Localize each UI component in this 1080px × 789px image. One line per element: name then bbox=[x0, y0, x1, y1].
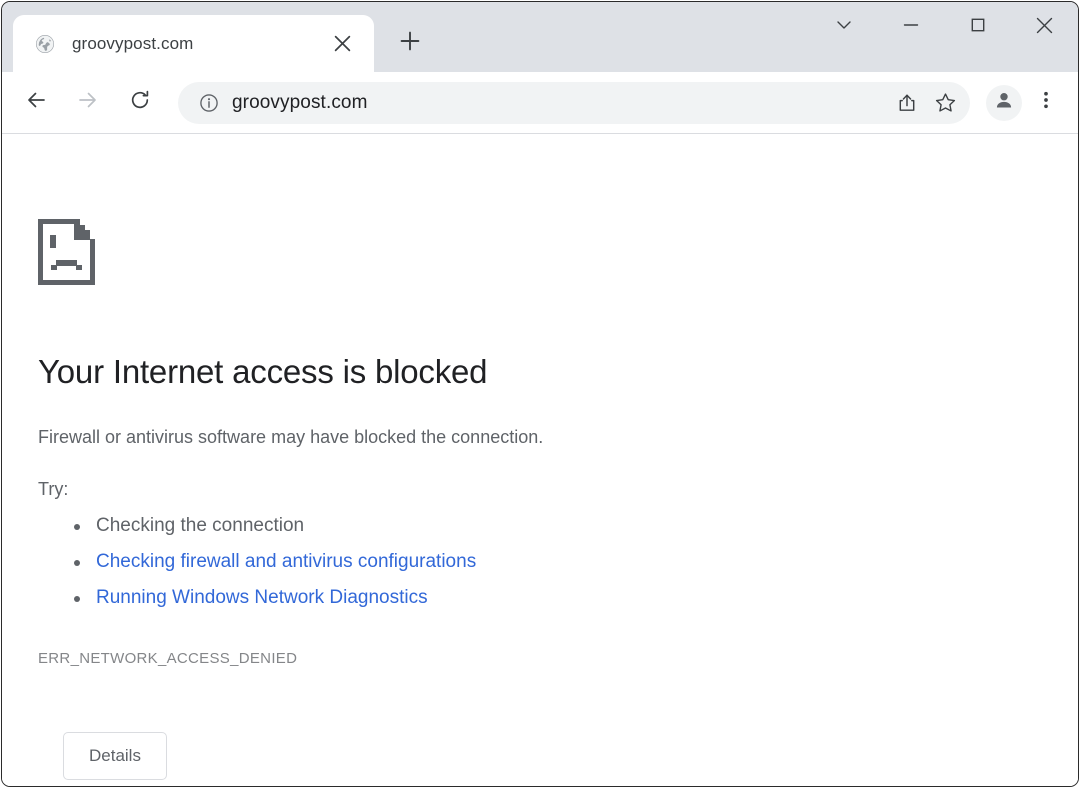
network-error-container: Your Internet access is blocked Firewall… bbox=[38, 219, 698, 780]
browser-window: groovypost.com bbox=[1, 1, 1079, 787]
address-bar[interactable]: groovypost.com bbox=[178, 82, 970, 124]
page-title: Your Internet access is blocked bbox=[38, 352, 698, 392]
tab-search-button[interactable] bbox=[810, 2, 877, 53]
url-text[interactable]: groovypost.com bbox=[232, 92, 888, 114]
share-icon[interactable] bbox=[888, 84, 926, 122]
minimize-window-button[interactable] bbox=[877, 2, 944, 53]
window-caption-buttons bbox=[810, 2, 1078, 53]
info-circle-icon[interactable] bbox=[192, 86, 226, 120]
list-item: Checking the connection bbox=[96, 508, 698, 544]
browser-toolbar: groovypost.com bbox=[2, 72, 1078, 134]
try-label: Try: bbox=[38, 479, 698, 500]
sad-page-icon bbox=[38, 219, 698, 290]
close-tab-icon[interactable] bbox=[324, 26, 360, 62]
new-tab-button[interactable] bbox=[388, 21, 432, 65]
three-dots-icon bbox=[1036, 90, 1056, 115]
suggestion-list: Checking the connection Checking firewal… bbox=[38, 508, 698, 616]
profile-avatar[interactable] bbox=[986, 85, 1022, 121]
arrow-right-icon bbox=[76, 88, 100, 117]
plus-icon bbox=[400, 31, 420, 56]
arrow-left-icon bbox=[24, 88, 48, 117]
person-icon bbox=[993, 89, 1015, 116]
minimize-icon bbox=[901, 15, 921, 40]
forward-button bbox=[68, 83, 108, 123]
chrome-menu-button[interactable] bbox=[1026, 83, 1066, 123]
reload-button[interactable] bbox=[120, 83, 160, 123]
tab-strip: groovypost.com bbox=[2, 2, 1078, 72]
chevron-down-icon bbox=[834, 15, 854, 40]
globe-icon bbox=[34, 33, 56, 55]
back-button[interactable] bbox=[16, 83, 56, 123]
close-window-button[interactable] bbox=[1011, 2, 1078, 53]
maximize-icon bbox=[968, 15, 988, 40]
tab-title: groovypost.com bbox=[72, 34, 324, 54]
error-code: ERR_NETWORK_ACCESS_DENIED bbox=[38, 650, 698, 667]
list-item[interactable]: Running Windows Network Diagnostics bbox=[96, 580, 698, 616]
browser-tab[interactable]: groovypost.com bbox=[13, 15, 374, 72]
close-icon bbox=[1034, 15, 1055, 41]
error-description: Firewall or antivirus software may have … bbox=[38, 425, 698, 450]
bookmark-star-icon[interactable] bbox=[926, 84, 964, 122]
details-button[interactable]: Details bbox=[63, 732, 167, 780]
reload-icon bbox=[128, 88, 152, 117]
page-content: Your Internet access is blocked Firewall… bbox=[2, 134, 1078, 786]
maximize-window-button[interactable] bbox=[944, 2, 1011, 53]
list-item[interactable]: Checking firewall and antivirus configur… bbox=[96, 544, 698, 580]
